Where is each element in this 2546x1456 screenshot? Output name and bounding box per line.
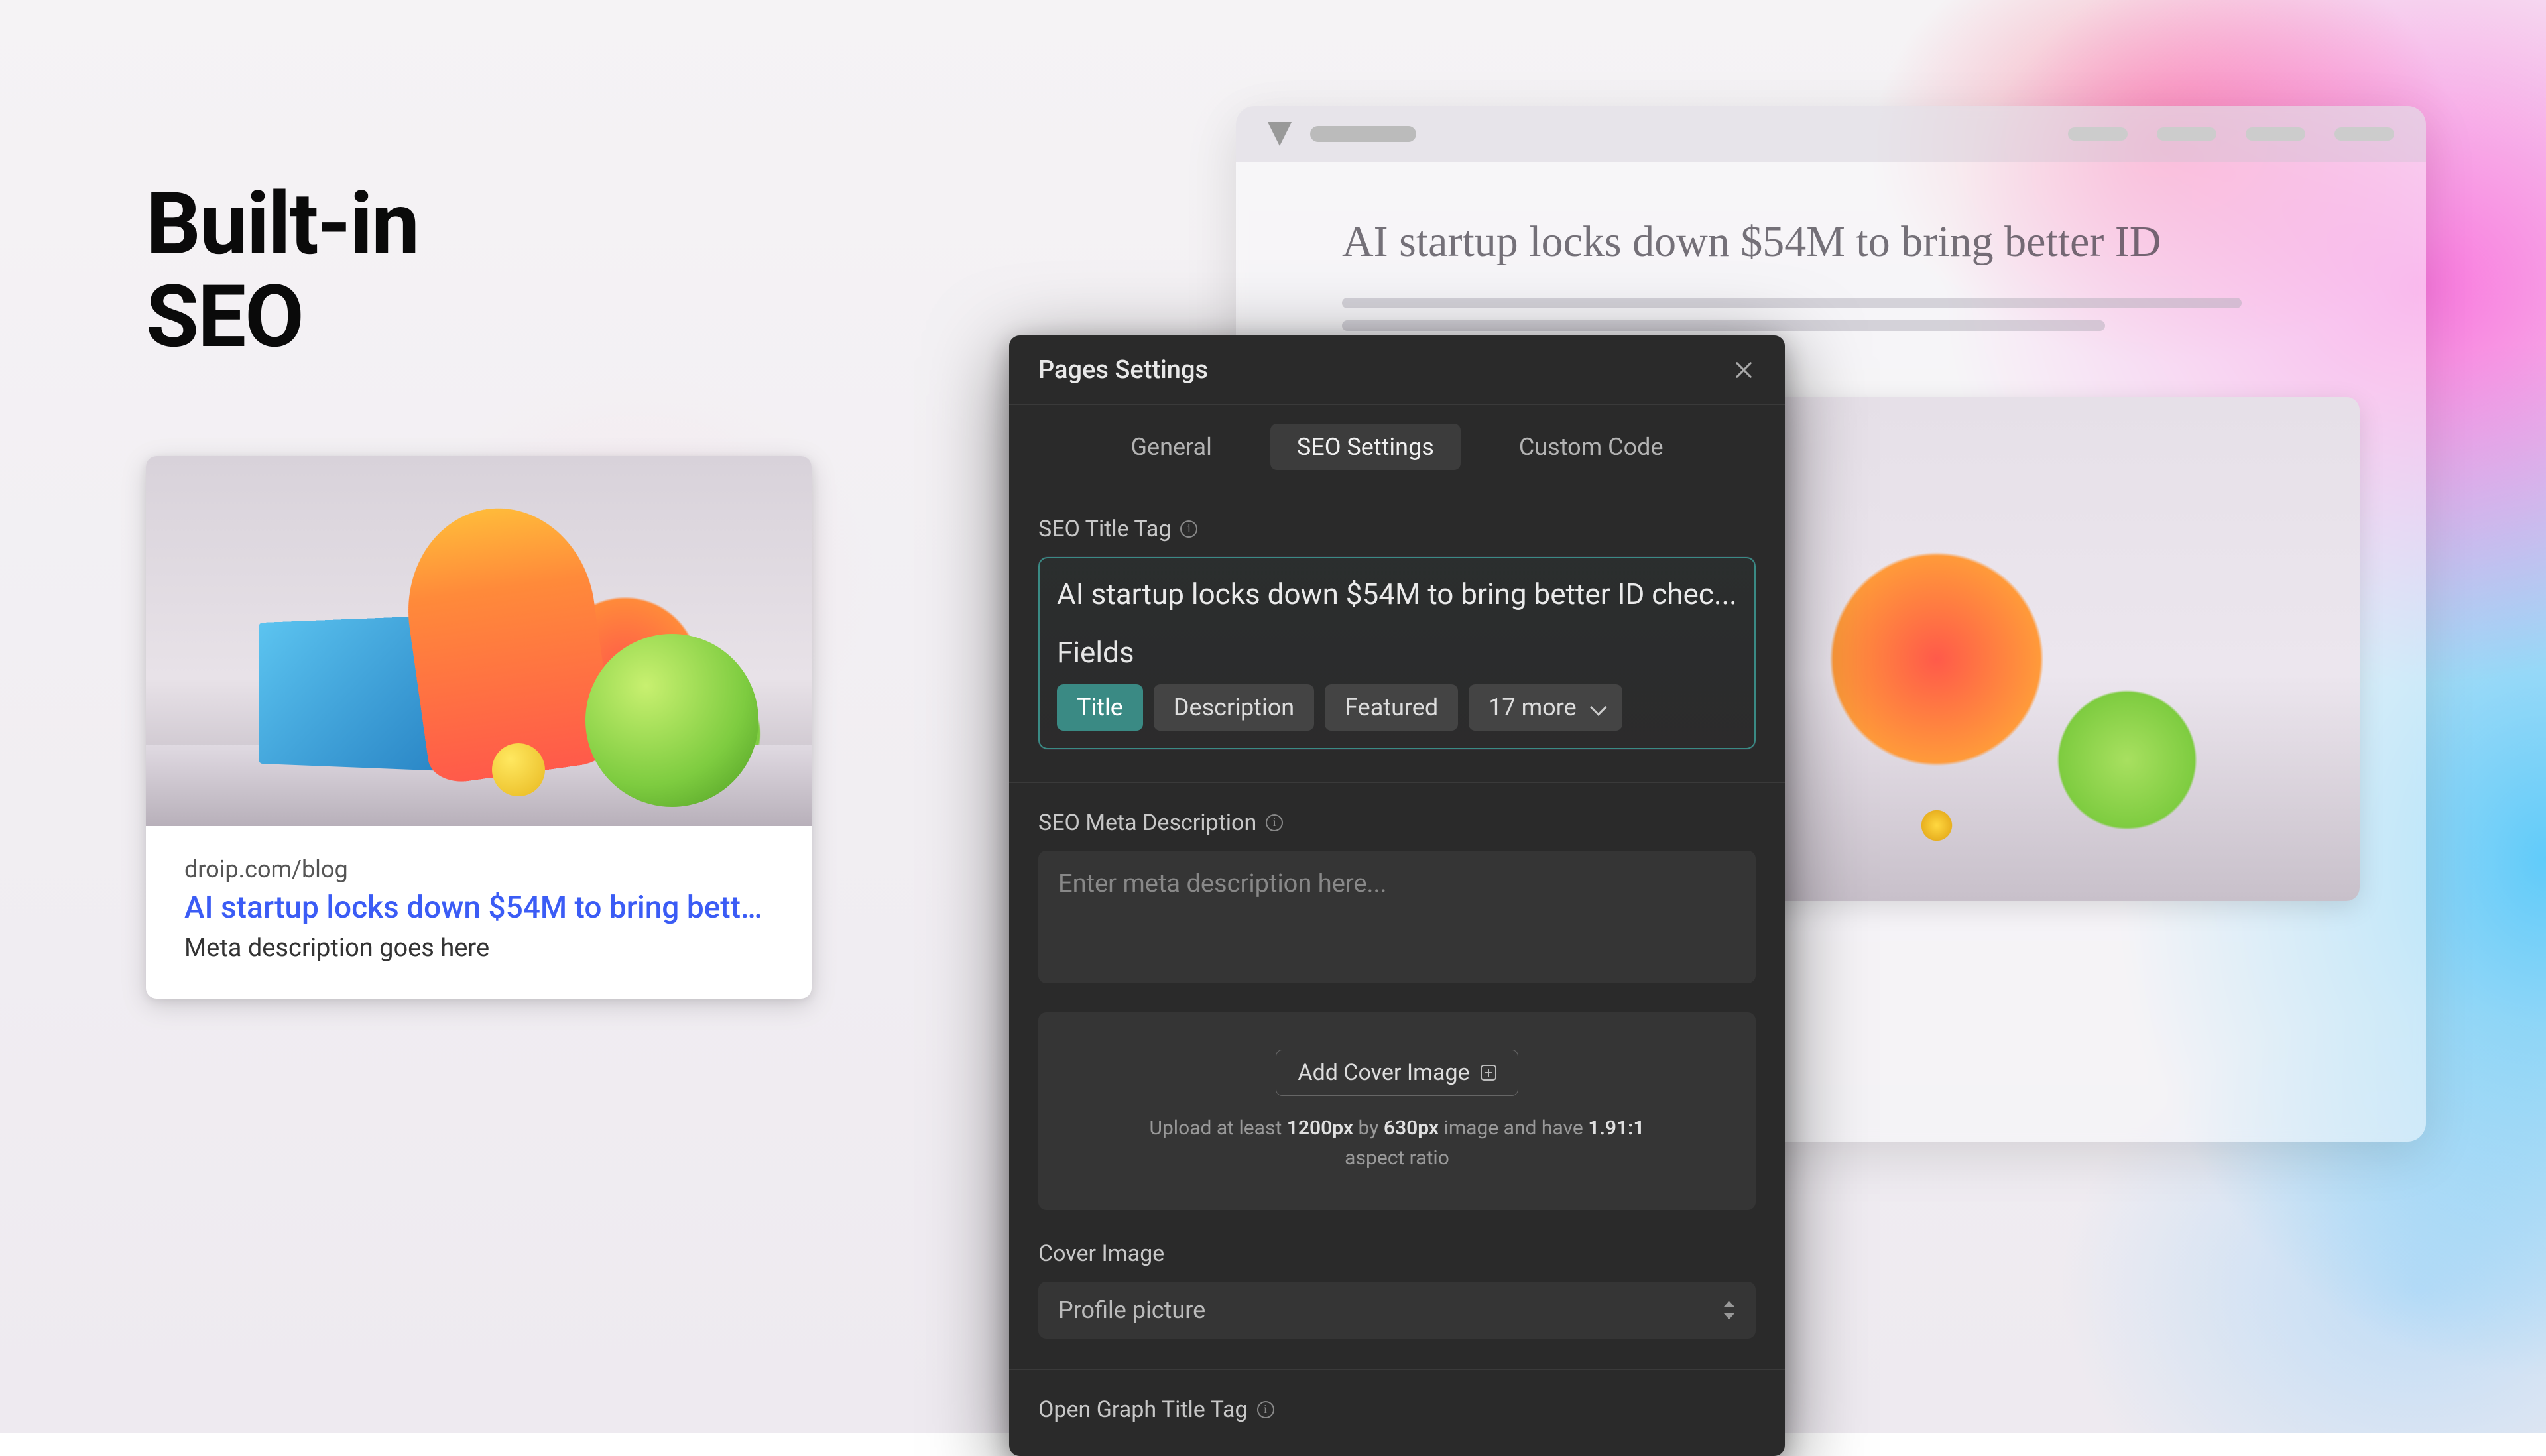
hero-title: Built-in SEO	[146, 178, 418, 364]
logo-icon	[1268, 122, 1292, 146]
seo-meta-description-label: SEO Meta Description	[1038, 810, 1756, 836]
preview-image	[146, 456, 812, 826]
select-caret-icon	[1723, 1301, 1736, 1319]
add-cover-image-button[interactable]: Add Cover Image	[1276, 1050, 1518, 1096]
cover-image-dropzone[interactable]: Add Cover Image Upload at least 1200px b…	[1038, 1012, 1756, 1210]
cover-hint: Upload at least 1200px by 630px image an…	[1058, 1113, 1736, 1173]
pages-settings-panel: Pages Settings General SEO Settings Cust…	[1009, 335, 1785, 1456]
preview-title[interactable]: AI startup locks down $54M to bring bett…	[184, 890, 773, 926]
tab-general[interactable]: General	[1104, 424, 1238, 470]
browser-hero: AI startup locks down $54M to bring bett…	[1236, 162, 2426, 357]
browser-topbar	[1236, 106, 2426, 162]
og-title-tag-label: Open Graph Title Tag	[1038, 1396, 1756, 1423]
close-icon[interactable]	[1732, 358, 1756, 382]
label-text: Cover Image	[1038, 1241, 1164, 1267]
button-label: Add Cover Image	[1298, 1060, 1469, 1086]
label-text: SEO Title Tag	[1038, 516, 1171, 542]
chip-description[interactable]: Description	[1154, 684, 1314, 731]
browser-headline: AI startup locks down $54M to bring bett…	[1342, 212, 2320, 271]
tab-seo-settings[interactable]: SEO Settings	[1270, 424, 1461, 470]
chevron-down-icon	[1590, 699, 1606, 715]
seo-title-tag-label: SEO Title Tag	[1038, 516, 1756, 542]
preview-description: Meta description goes here	[184, 934, 773, 963]
panel-title: Pages Settings	[1038, 355, 1208, 385]
skeleton-lines	[1342, 298, 2320, 331]
divider	[1009, 782, 1785, 783]
tab-custom-code[interactable]: Custom Code	[1492, 424, 1690, 470]
hero-line-1: Built-in	[146, 173, 418, 274]
seo-title-value[interactable]: AI startup locks down $54M to bring bett…	[1057, 577, 1737, 611]
info-icon[interactable]	[1266, 814, 1283, 831]
plus-icon	[1481, 1065, 1496, 1081]
preview-body: droip.com/blog AI startup locks down $54…	[146, 826, 812, 999]
label-text: SEO Meta Description	[1038, 810, 1256, 836]
chip-title[interactable]: Title	[1057, 684, 1143, 731]
skeleton-title	[1310, 126, 1416, 142]
meta-description-input[interactable]	[1038, 851, 1756, 983]
preview-url: droip.com/blog	[184, 855, 773, 883]
fields-heading: Fields	[1057, 635, 1737, 670]
panel-body: SEO Title Tag AI startup locks down $54M…	[1009, 489, 1785, 1456]
hero-line-2: SEO	[146, 266, 303, 367]
label-text: Open Graph Title Tag	[1038, 1396, 1248, 1423]
nav-skeleton	[2068, 127, 2394, 141]
divider	[1009, 1369, 1785, 1370]
cover-image-label: Cover Image	[1038, 1241, 1756, 1267]
chip-more-label: 17 more	[1488, 694, 1576, 721]
info-icon[interactable]	[1180, 520, 1197, 538]
search-preview-card: droip.com/blog AI startup locks down $54…	[146, 456, 812, 999]
field-chips: Title Description Featured 17 more	[1057, 684, 1737, 731]
render-illustration	[146, 456, 812, 826]
chip-featured[interactable]: Featured	[1325, 684, 1458, 731]
select-value: Profile picture	[1058, 1296, 1205, 1324]
cover-image-select[interactable]: Profile picture	[1038, 1282, 1756, 1339]
chip-more[interactable]: 17 more	[1469, 684, 1622, 731]
info-icon[interactable]	[1257, 1401, 1274, 1418]
seo-title-field[interactable]: AI startup locks down $54M to bring bett…	[1038, 557, 1756, 749]
panel-header: Pages Settings	[1009, 335, 1785, 405]
tabs: General SEO Settings Custom Code	[1009, 405, 1785, 489]
